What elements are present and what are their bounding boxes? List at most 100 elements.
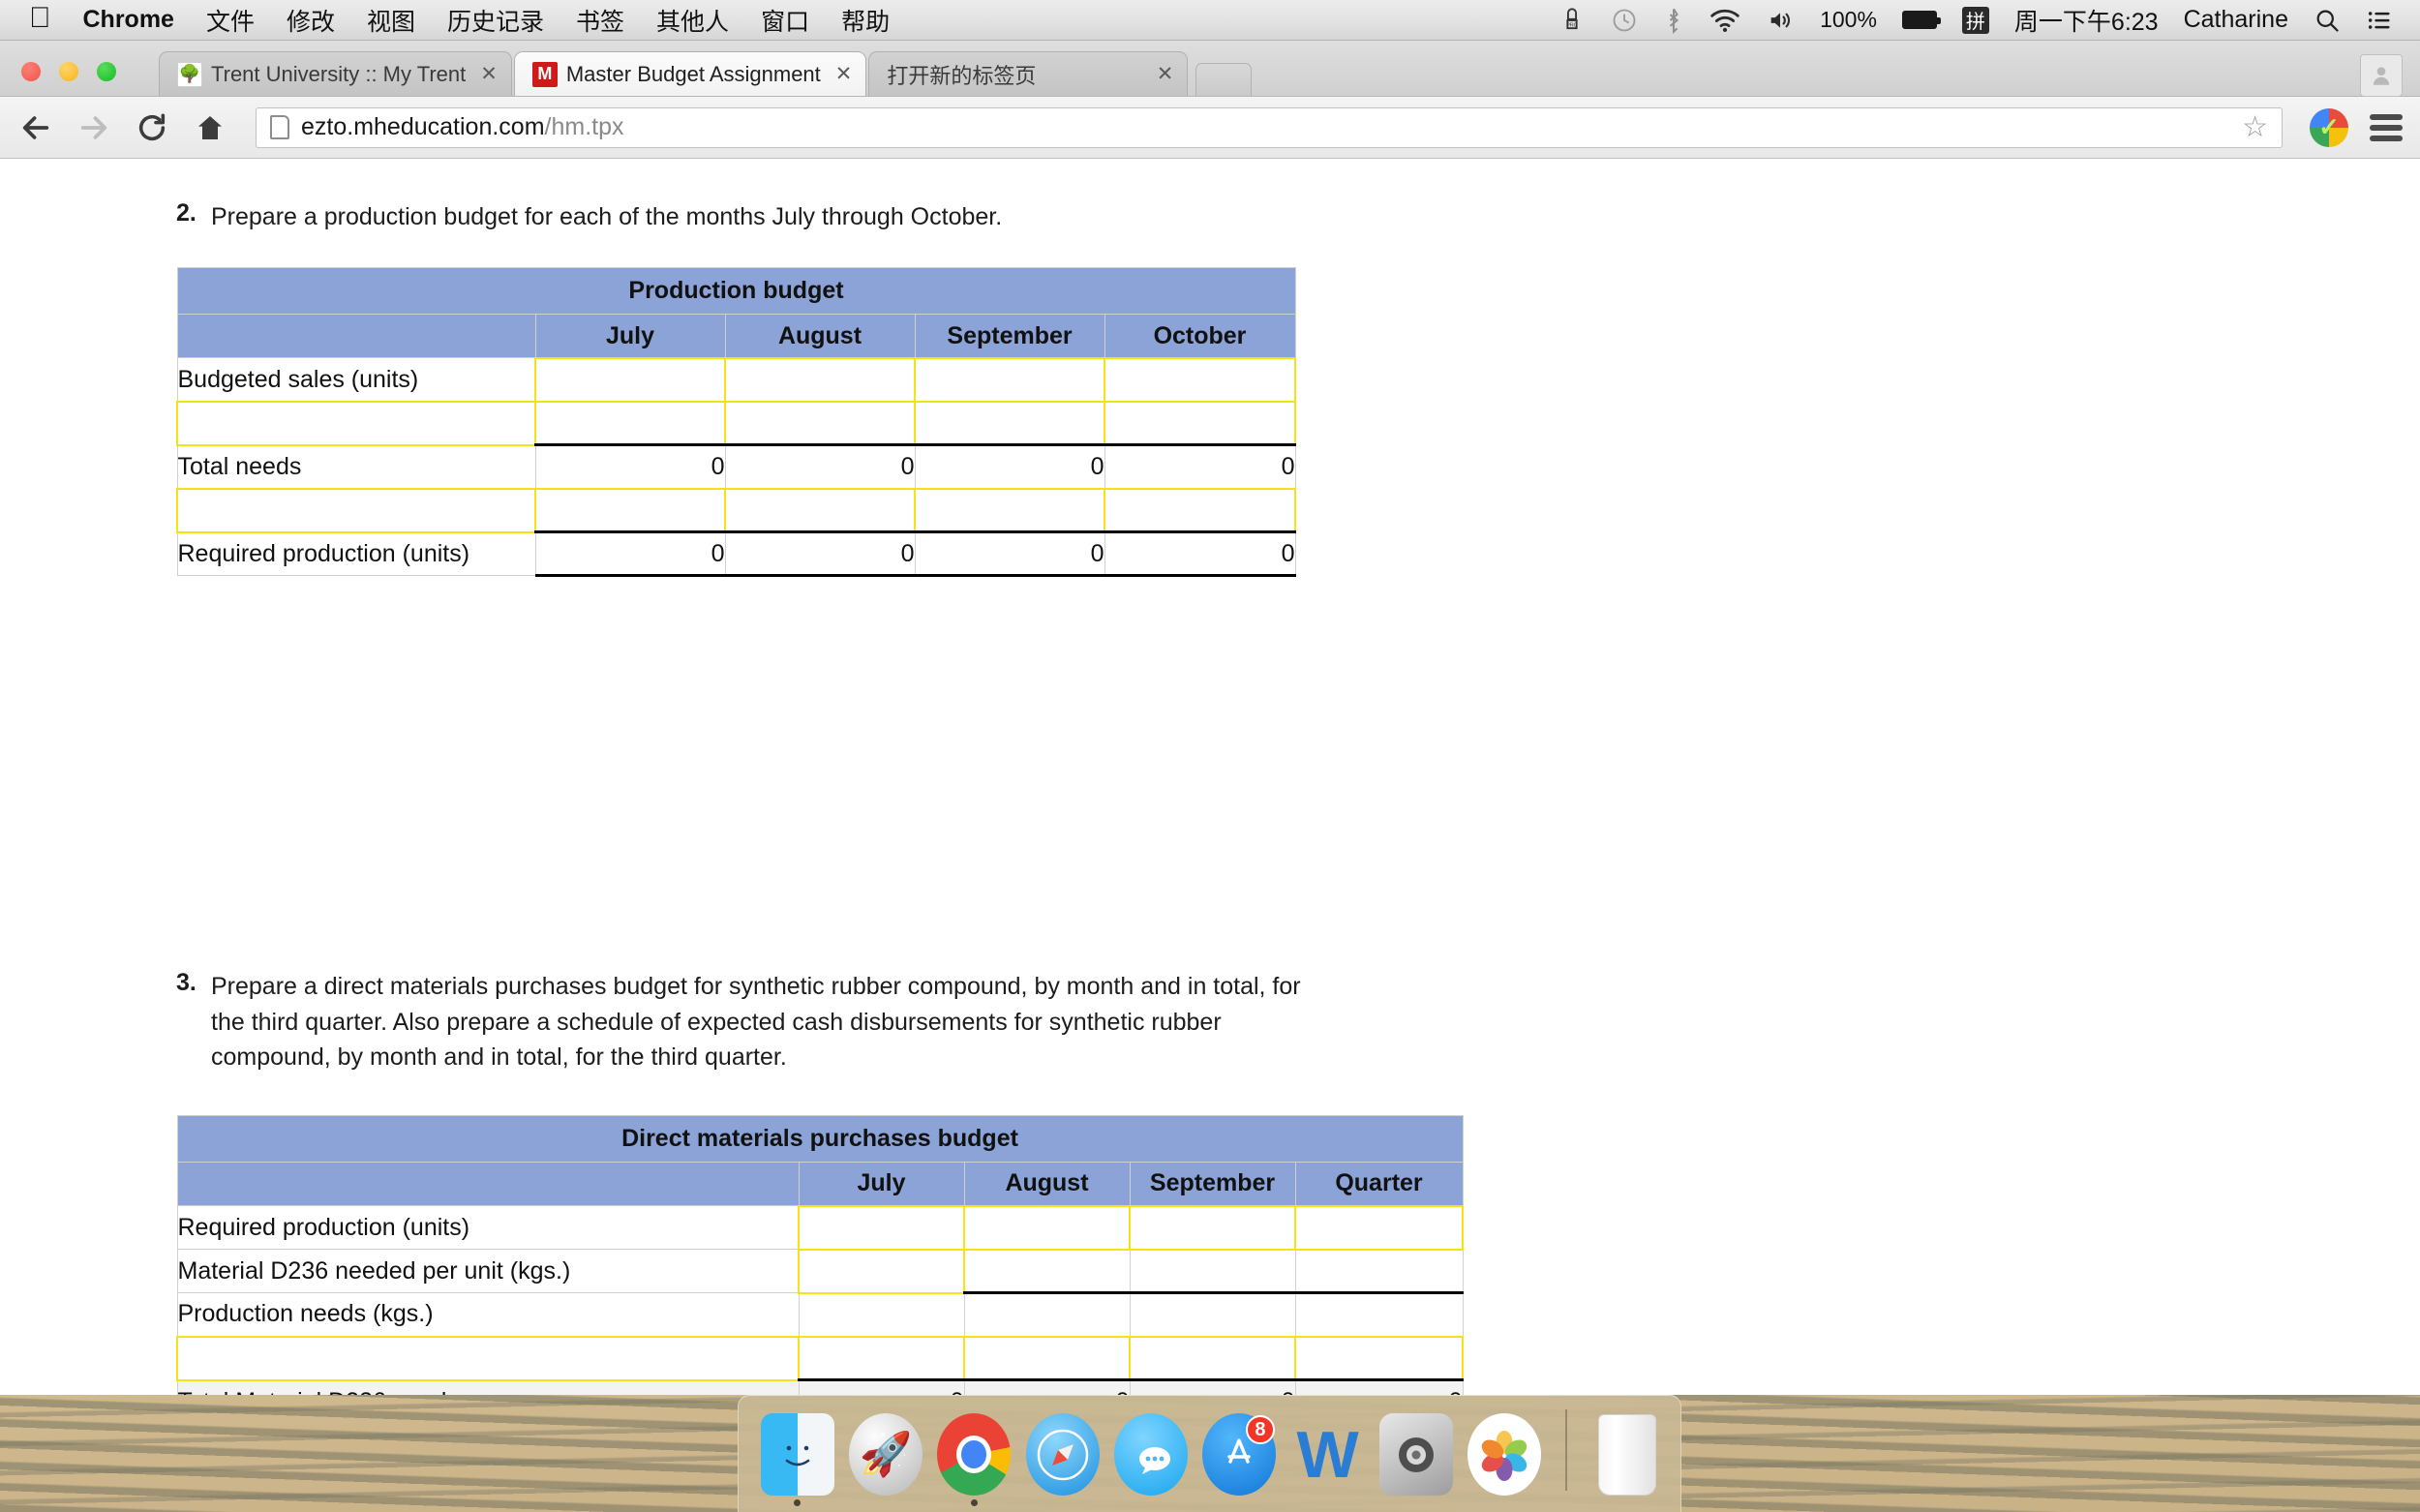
menu-app-name[interactable]: Chrome [83, 6, 174, 34]
forward-arrow-icon[interactable] [76, 109, 112, 146]
input-method-icon[interactable]: 拼 [1961, 6, 1989, 34]
question-text: Prepare a direct materials purchases bud… [211, 973, 1301, 1071]
dock-divider [1564, 1409, 1567, 1491]
time-machine-icon[interactable] [1611, 7, 1638, 34]
dock-item-messages[interactable] [1113, 1413, 1188, 1506]
page-info-icon[interactable] [270, 115, 289, 139]
input-cell-budgeted-sales-july[interactable] [534, 356, 726, 403]
close-tab-icon[interactable]: ✕ [830, 62, 853, 86]
table-row: Budgeted sales (units) [176, 356, 1296, 403]
input-cell-blank3-july[interactable] [798, 1335, 965, 1381]
star-bookmark-icon[interactable]: ☆ [2242, 110, 2268, 144]
menu-item-window[interactable]: 窗口 [761, 3, 809, 38]
menu-item-help[interactable]: 帮助 [841, 3, 890, 38]
input-cell-blank3-august[interactable] [963, 1335, 1131, 1381]
trent-university-favicon: 🌳 [177, 61, 202, 87]
address-bar[interactable]: ezto.mheducation.com/hm.tpx ☆ [256, 106, 2283, 148]
input-cell-budgeted-sales-august[interactable] [724, 356, 916, 403]
notification-center-icon[interactable] [2366, 7, 2393, 34]
maximize-window-button[interactable] [97, 62, 116, 81]
value-required-production-september: 0 [914, 531, 1105, 578]
window-traffic-lights [21, 62, 116, 81]
dock-item-safari[interactable] [1025, 1413, 1100, 1506]
browser-tab-trent-university[interactable]: 🌳 Trent University :: My Trent ✕ [159, 51, 512, 96]
dock-item-word[interactable]: W [1290, 1413, 1365, 1506]
back-arrow-icon[interactable] [17, 109, 54, 146]
input-cell-required-production-august[interactable] [963, 1204, 1131, 1251]
app-store-badge: 8 [1245, 1415, 1275, 1444]
menubar-clock[interactable]: 周一下午6:23 [2014, 3, 2159, 38]
new-tab-button[interactable] [1195, 63, 1253, 96]
extension-icon[interactable]: ✓ [2310, 107, 2348, 147]
table-row [176, 487, 1296, 534]
tab-title: Master Budget Assignment [565, 61, 821, 86]
input-cell-blank2-september[interactable] [914, 487, 1105, 534]
row-label-budgeted-sales: Budgeted sales (units) [176, 357, 536, 403]
menu-item-people[interactable]: 其他人 [656, 3, 729, 38]
dock-item-launchpad[interactable]: 🚀 [848, 1413, 923, 1506]
wifi-icon[interactable] [1709, 7, 1740, 34]
airplay-icon[interactable]: PRO [1558, 7, 1586, 34]
input-cell-material-d236-per-unit-july[interactable] [798, 1248, 965, 1294]
input-cell-blank2-august[interactable] [724, 487, 916, 534]
production-budget-table: Production budget July August September … [176, 267, 1296, 578]
column-header-august: August [963, 1162, 1131, 1206]
menubar-username[interactable]: Catharine [2184, 6, 2288, 34]
row-label-required-production: Required production (units) [176, 531, 536, 577]
menu-item-file[interactable]: 文件 [206, 3, 255, 38]
input-cell-required-production-quarter[interactable] [1293, 1204, 1465, 1251]
close-window-button[interactable] [21, 62, 41, 81]
close-tab-icon[interactable]: ✕ [1151, 62, 1174, 86]
row-label-total-material-d236-needs: Total Material D236 needs [176, 1379, 800, 1395]
dock-item-photos[interactable] [1467, 1413, 1542, 1506]
bluetooth-icon[interactable] [1663, 7, 1684, 34]
spotlight-search-icon[interactable] [2314, 7, 2341, 34]
messages-icon [1113, 1413, 1188, 1497]
question-number: 3. [176, 969, 197, 997]
dock-item-chrome[interactable] [937, 1413, 1012, 1506]
reload-icon[interactable] [134, 109, 170, 146]
battery-icon[interactable] [1901, 11, 1941, 29]
dock-item-trash[interactable] [1590, 1413, 1665, 1506]
input-cell-blank1-september[interactable] [914, 400, 1105, 447]
menu-item-view[interactable]: 视图 [367, 3, 415, 38]
table-header-row: July August September October [176, 314, 1296, 359]
close-tab-icon[interactable]: ✕ [474, 62, 498, 86]
browser-tab-new-tab[interactable]: 打开新的标签页 ✕ [868, 51, 1189, 96]
dock-item-finder[interactable] [760, 1413, 834, 1506]
apple-menu-icon[interactable]:  [29, 3, 51, 33]
dock-item-app-store[interactable]: 8 [1202, 1413, 1277, 1506]
cell-material-d236-per-unit-september [1129, 1249, 1296, 1294]
minimize-window-button[interactable] [59, 62, 78, 81]
input-cell-blank1-august[interactable] [724, 400, 916, 447]
chrome-menu-icon[interactable] [2370, 113, 2403, 141]
value-total-needs-september: 0 [914, 444, 1105, 490]
input-cell-budgeted-sales-september[interactable] [914, 356, 1105, 403]
trash-icon [1598, 1414, 1657, 1496]
dock-item-system-preferences[interactable] [1378, 1413, 1453, 1506]
input-cell-blank2-october[interactable] [1104, 487, 1296, 534]
input-cell-blank1-july[interactable] [534, 400, 726, 447]
input-cell-blank1-october[interactable] [1104, 400, 1296, 447]
input-cell-blank3-september[interactable] [1129, 1335, 1296, 1381]
profile-avatar-icon[interactable] [2360, 54, 2403, 97]
menu-item-edit[interactable]: 修改 [287, 3, 335, 38]
input-cell-required-production-september[interactable] [1129, 1204, 1296, 1251]
safari-icon [1025, 1413, 1100, 1497]
volume-icon[interactable] [1766, 7, 1795, 34]
input-label-blank-row-2[interactable] [176, 487, 536, 533]
input-cell-required-production-july[interactable] [798, 1204, 965, 1251]
launchpad-icon: 🚀 [848, 1413, 923, 1497]
menu-item-history[interactable]: 历史记录 [447, 3, 544, 38]
tab-title: 打开新的标签页 [887, 63, 1037, 88]
home-icon[interactable] [192, 109, 228, 146]
input-cell-blank3-quarter[interactable] [1293, 1335, 1465, 1381]
browser-tab-master-budget-assignment[interactable]: M Master Budget Assignment ✕ [513, 51, 867, 96]
question-2: 2. Prepare a production budget for each … [176, 199, 2420, 234]
input-label-blank-row-1[interactable] [176, 400, 536, 446]
input-cell-budgeted-sales-october[interactable] [1104, 356, 1296, 403]
column-header-october: October [1104, 314, 1296, 359]
input-cell-blank2-july[interactable] [534, 487, 726, 534]
input-label-blank-row-3[interactable] [176, 1335, 800, 1381]
menu-item-bookmarks[interactable]: 书签 [576, 3, 624, 38]
